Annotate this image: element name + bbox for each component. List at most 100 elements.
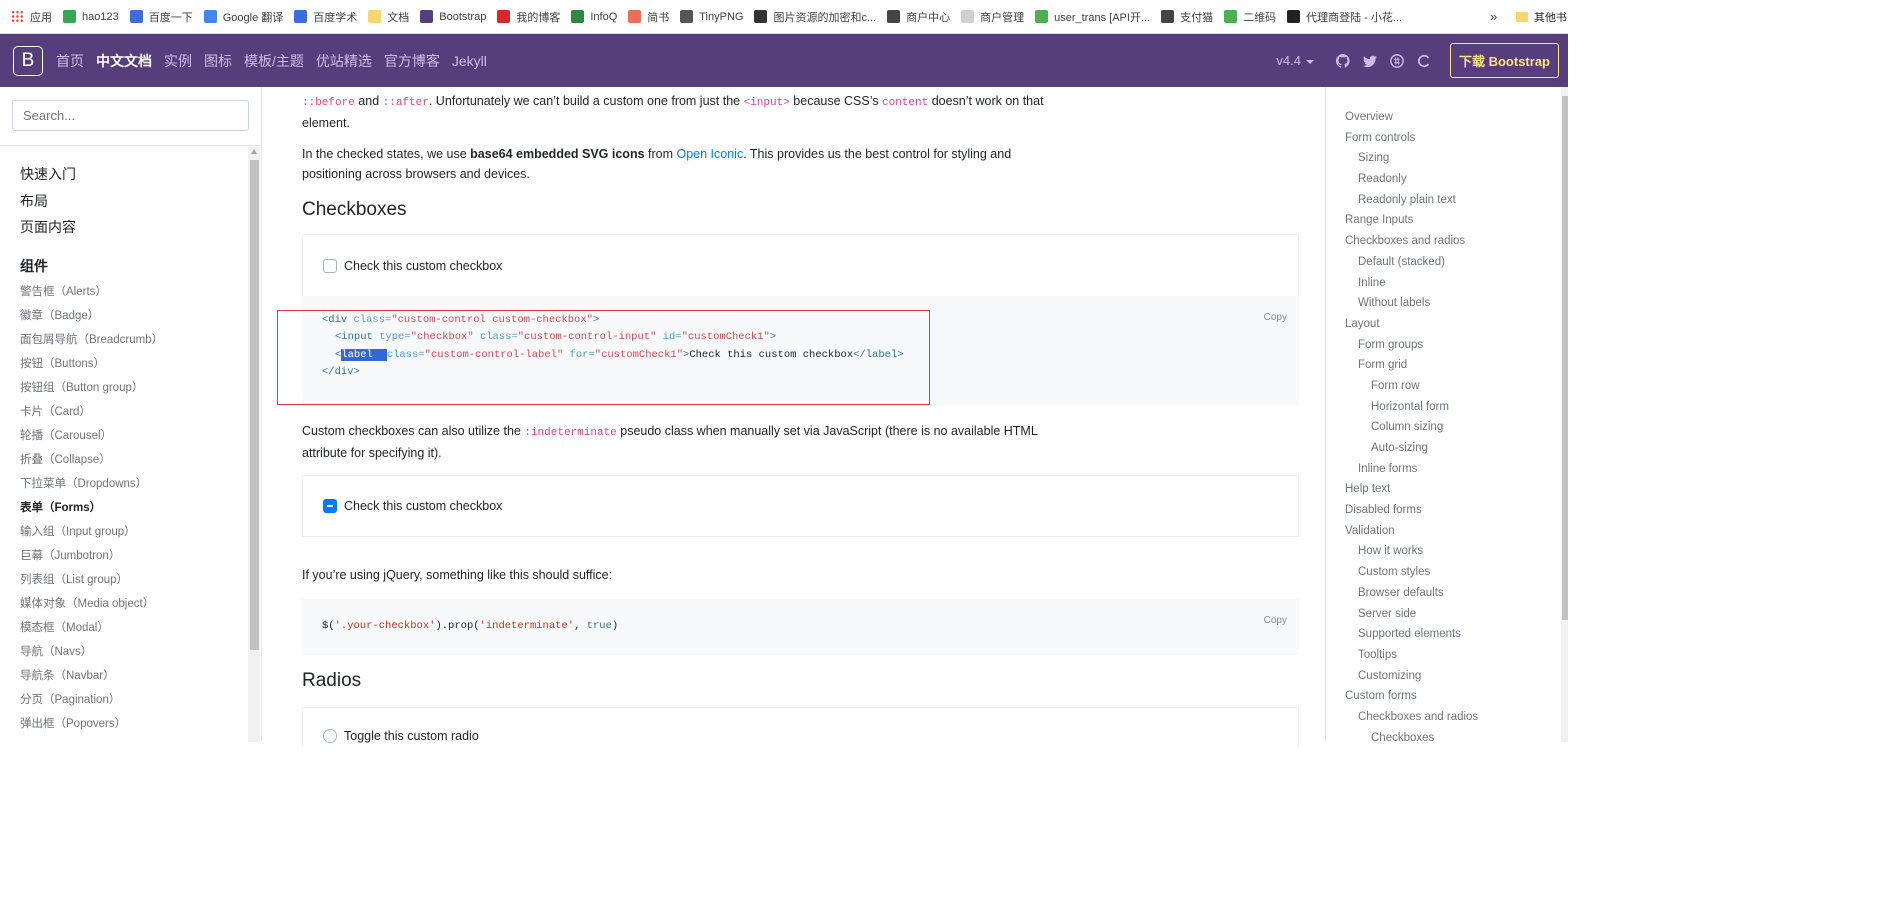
toc-link[interactable]: Readonly: [1345, 169, 1478, 190]
custom-checkbox[interactable]: Check this custom checkbox: [323, 235, 1278, 297]
toc-link[interactable]: Column sizing: [1345, 417, 1478, 438]
version-dropdown[interactable]: v4.4: [1276, 53, 1314, 68]
bookmark-item[interactable]: 代理商登陆 - 小花...: [1287, 0, 1402, 33]
bookmark-item[interactable]: TinyPNG: [680, 0, 743, 33]
scroll-up-arrow-icon[interactable]: [251, 149, 257, 154]
sidebar-item[interactable]: 折叠（Collapse）: [20, 448, 163, 472]
toc-link[interactable]: Validation: [1345, 521, 1478, 542]
bookmark-item[interactable]: InfoQ: [571, 0, 617, 33]
toc-link[interactable]: Sizing: [1345, 148, 1478, 169]
toc-link[interactable]: Form grid: [1345, 355, 1478, 376]
toc-link[interactable]: Help text: [1345, 479, 1478, 500]
copy-button[interactable]: Copy: [1264, 309, 1287, 326]
nav-link[interactable]: 优站精选: [316, 51, 372, 71]
toc-link[interactable]: Checkboxes and radios: [1345, 707, 1478, 728]
radio-label[interactable]: Toggle this custom radio: [344, 729, 479, 743]
bookmark-item[interactable]: Bootstrap: [420, 0, 486, 33]
bookmark-item[interactable]: 我的博客: [497, 0, 560, 33]
checkbox-label[interactable]: Check this custom checkbox: [344, 499, 502, 513]
radio-circle[interactable]: [323, 729, 337, 743]
nav-link[interactable]: Jekyll: [452, 53, 487, 69]
nav-link[interactable]: 模板/主题: [244, 51, 304, 71]
github-icon[interactable]: [1335, 53, 1350, 68]
sidebar-item[interactable]: 下拉菜单（Dropdowns）: [20, 472, 163, 496]
nav-link[interactable]: 中文文档: [96, 51, 152, 71]
checkbox-label[interactable]: Check this custom checkbox: [344, 259, 502, 273]
toc-link[interactable]: Auto-sizing: [1345, 438, 1478, 459]
page-scrollbar-thumb[interactable]: [1562, 96, 1568, 620]
indeterminate-checkbox[interactable]: Check this custom checkbox: [323, 476, 1278, 536]
nav-link[interactable]: 官方博客: [384, 51, 440, 71]
download-bootstrap-button[interactable]: 下载 Bootstrap: [1449, 43, 1559, 78]
bookmark-item[interactable]: 二维码: [1224, 0, 1276, 33]
bookmark-item[interactable]: 文档: [368, 0, 409, 33]
sidebar-item[interactable]: 输入组（Input group）: [20, 520, 163, 544]
bootstrap-logo[interactable]: B: [13, 46, 43, 76]
copy-button[interactable]: Copy: [1264, 612, 1287, 629]
sidebar-item[interactable]: 列表组（List group）: [20, 568, 163, 592]
toc-link[interactable]: Horizontal form: [1345, 397, 1478, 418]
toc-link[interactable]: Custom styles: [1345, 562, 1478, 583]
sidebar-item[interactable]: 面包屑导航（Breadcrumb）: [20, 328, 163, 352]
toc-link[interactable]: Layout: [1345, 314, 1478, 335]
nav-link[interactable]: 首页: [56, 51, 84, 71]
sidebar-item[interactable]: 媒体对象（Media object）: [20, 592, 163, 616]
nav-link[interactable]: 图标: [204, 51, 232, 71]
toc-link[interactable]: Customizing: [1345, 666, 1478, 687]
sidebar-item[interactable]: 模态框（Modal）: [20, 616, 163, 640]
indeterminate-checkbox-box[interactable]: [323, 499, 337, 513]
sidebar-item[interactable]: 轮播（Carousel）: [20, 424, 163, 448]
open-iconic-link[interactable]: Open Iconic: [676, 147, 743, 161]
toc-link[interactable]: Default (stacked): [1345, 252, 1478, 273]
sidebar-section-link[interactable]: 布局: [20, 188, 163, 215]
toc-link[interactable]: Checkboxes and radios: [1345, 231, 1478, 252]
toc-link[interactable]: Form groups: [1345, 335, 1478, 356]
search-input[interactable]: [12, 100, 249, 131]
bookmark-item[interactable]: user_trans [API开...: [1035, 0, 1150, 33]
toc-link[interactable]: Checkboxes: [1345, 728, 1478, 749]
sidebar-item[interactable]: 按钮（Buttons）: [20, 352, 163, 376]
toc-link[interactable]: Form row: [1345, 376, 1478, 397]
opencollective-icon[interactable]: [1417, 54, 1431, 68]
bookmark-item[interactable]: 商户管理: [961, 0, 1024, 33]
bookmark-item[interactable]: hao123: [63, 0, 119, 33]
sidebar-section-link[interactable]: 快速入门: [20, 161, 163, 188]
sidebar-item[interactable]: 卡片（Card）: [20, 400, 163, 424]
toc-link[interactable]: Custom forms: [1345, 686, 1478, 707]
sidebar-item[interactable]: 导航条（Navbar）: [20, 664, 163, 688]
toc-link[interactable]: Server side: [1345, 604, 1478, 625]
bookmarks-overflow-chevron[interactable]: »: [1490, 9, 1497, 24]
bookmark-item[interactable]: 百度学术: [294, 0, 357, 33]
bookmark-item[interactable]: Google 翻译: [203, 0, 283, 33]
toc-link[interactable]: Disabled forms: [1345, 500, 1478, 521]
sidebar-item[interactable]: 分页（Pagination）: [20, 688, 163, 712]
other-bookmarks-folder[interactable]: 其他书: [1516, 0, 1567, 34]
nav-link[interactable]: 实例: [164, 51, 192, 71]
toc-link[interactable]: Inline forms: [1345, 459, 1478, 480]
toc-link[interactable]: Inline: [1345, 273, 1478, 294]
bookmark-item[interactable]: 商户中心: [887, 0, 950, 33]
sidebar-item[interactable]: 导航（Navs）: [20, 640, 163, 664]
sidebar-item[interactable]: 警告框（Alerts）: [20, 280, 163, 304]
bookmark-item[interactable]: 百度一下: [129, 0, 193, 33]
toc-link[interactable]: Tooltips: [1345, 645, 1478, 666]
toc-link[interactable]: Range Inputs: [1345, 210, 1478, 231]
sidebar-item[interactable]: 弹出框（Popovers）: [20, 712, 163, 736]
toc-link[interactable]: Form controls: [1345, 128, 1478, 149]
toc-link[interactable]: Without labels: [1345, 293, 1478, 314]
sidebar-scrollbar-thumb[interactable]: [250, 160, 259, 650]
sidebar-item[interactable]: 按钮组（Button group）: [20, 376, 163, 400]
checkbox-box[interactable]: [323, 259, 337, 273]
sidebar-item[interactable]: 巨幕（Jumbotron）: [20, 544, 163, 568]
custom-radio[interactable]: Toggle this custom radio: [323, 708, 1278, 743]
toc-link[interactable]: Overview: [1345, 107, 1478, 128]
toc-link[interactable]: How it works: [1345, 541, 1478, 562]
bookmark-item[interactable]: 图片资源的加密和c...: [754, 0, 876, 33]
toc-link[interactable]: Supported elements: [1345, 624, 1478, 645]
sidebar-item[interactable]: 徽章（Badge）: [20, 304, 163, 328]
toc-link[interactable]: Readonly plain text: [1345, 190, 1478, 211]
sidebar-item[interactable]: 表单（Forms）: [20, 496, 163, 520]
sidebar-section-components[interactable]: 组件: [20, 253, 163, 280]
bookmark-item[interactable]: 简书: [628, 0, 669, 33]
toc-link[interactable]: Browser defaults: [1345, 583, 1478, 604]
